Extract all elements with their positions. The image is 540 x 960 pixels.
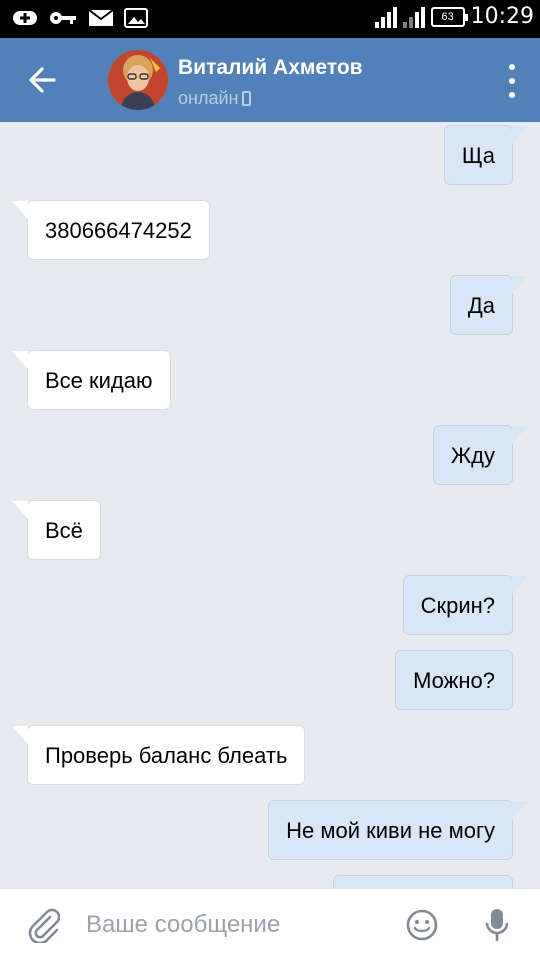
message-text: Жду bbox=[450, 443, 495, 468]
message-text: Можно? bbox=[413, 668, 495, 693]
contact-status-text: онлайн bbox=[178, 88, 239, 108]
contact-status: онлайн bbox=[178, 88, 252, 109]
smile-icon[interactable] bbox=[406, 909, 438, 941]
message-outgoing[interactable]: Скрин? bbox=[402, 575, 528, 635]
key-icon bbox=[48, 8, 78, 33]
message-outgoing[interactable]: Да bbox=[449, 275, 528, 335]
status-bar-left-icons bbox=[12, 8, 148, 33]
message-incoming[interactable]: Проверь баланс блеать bbox=[12, 725, 306, 785]
status-bar-time: 10:29 bbox=[470, 4, 534, 29]
message-incoming[interactable]: 380666474252 bbox=[12, 200, 210, 260]
message-incoming[interactable]: Всё bbox=[12, 500, 101, 560]
status-bar-right: 63 10:29 bbox=[374, 4, 534, 29]
phone-icon bbox=[242, 91, 252, 106]
more-vert-icon bbox=[509, 64, 515, 70]
message-outgoing[interactable]: Не мой киви не могу bbox=[268, 800, 528, 860]
microphone-icon[interactable] bbox=[484, 907, 510, 943]
message-outgoing[interactable]: Можно? bbox=[395, 650, 513, 710]
message-input-bar bbox=[0, 888, 540, 960]
message-text: 380666474252 bbox=[45, 218, 192, 243]
download-icon bbox=[12, 8, 38, 33]
signal-icon bbox=[374, 6, 397, 28]
message-input[interactable] bbox=[86, 905, 386, 945]
back-button[interactable] bbox=[22, 60, 62, 100]
status-bar: 63 10:29 bbox=[0, 0, 540, 38]
message-text: Скрин? bbox=[420, 593, 495, 618]
chat-header: Виталий Ахметов онлайн bbox=[0, 38, 540, 122]
message-text: Не мой киви не могу bbox=[286, 818, 495, 843]
message-text: Все кидаю bbox=[45, 368, 153, 393]
battery-icon: 63 bbox=[430, 6, 468, 27]
message-text: Проверь баланс блеать bbox=[45, 743, 288, 768]
back-arrow-icon bbox=[29, 67, 56, 93]
paperclip-icon[interactable] bbox=[26, 907, 61, 945]
more-options-button[interactable] bbox=[506, 64, 518, 98]
image-icon bbox=[124, 8, 148, 33]
mail-icon bbox=[88, 8, 114, 33]
message-list[interactable]: Ща 380666474252 Да Все кидаю Жду Всё Скр… bbox=[0, 122, 540, 888]
message-outgoing[interactable] bbox=[333, 875, 513, 888]
contact-name[interactable]: Виталий Ахметов bbox=[178, 56, 363, 80]
message-text: Всё bbox=[45, 518, 83, 543]
message-outgoing[interactable]: Жду bbox=[432, 425, 528, 485]
message-outgoing[interactable]: Ща bbox=[443, 125, 528, 185]
message-text: Да bbox=[467, 293, 495, 318]
avatar[interactable] bbox=[108, 50, 168, 110]
message-incoming[interactable]: Все кидаю bbox=[12, 350, 171, 410]
message-text: Ща bbox=[461, 143, 495, 168]
signal-icon-2 bbox=[402, 6, 425, 28]
